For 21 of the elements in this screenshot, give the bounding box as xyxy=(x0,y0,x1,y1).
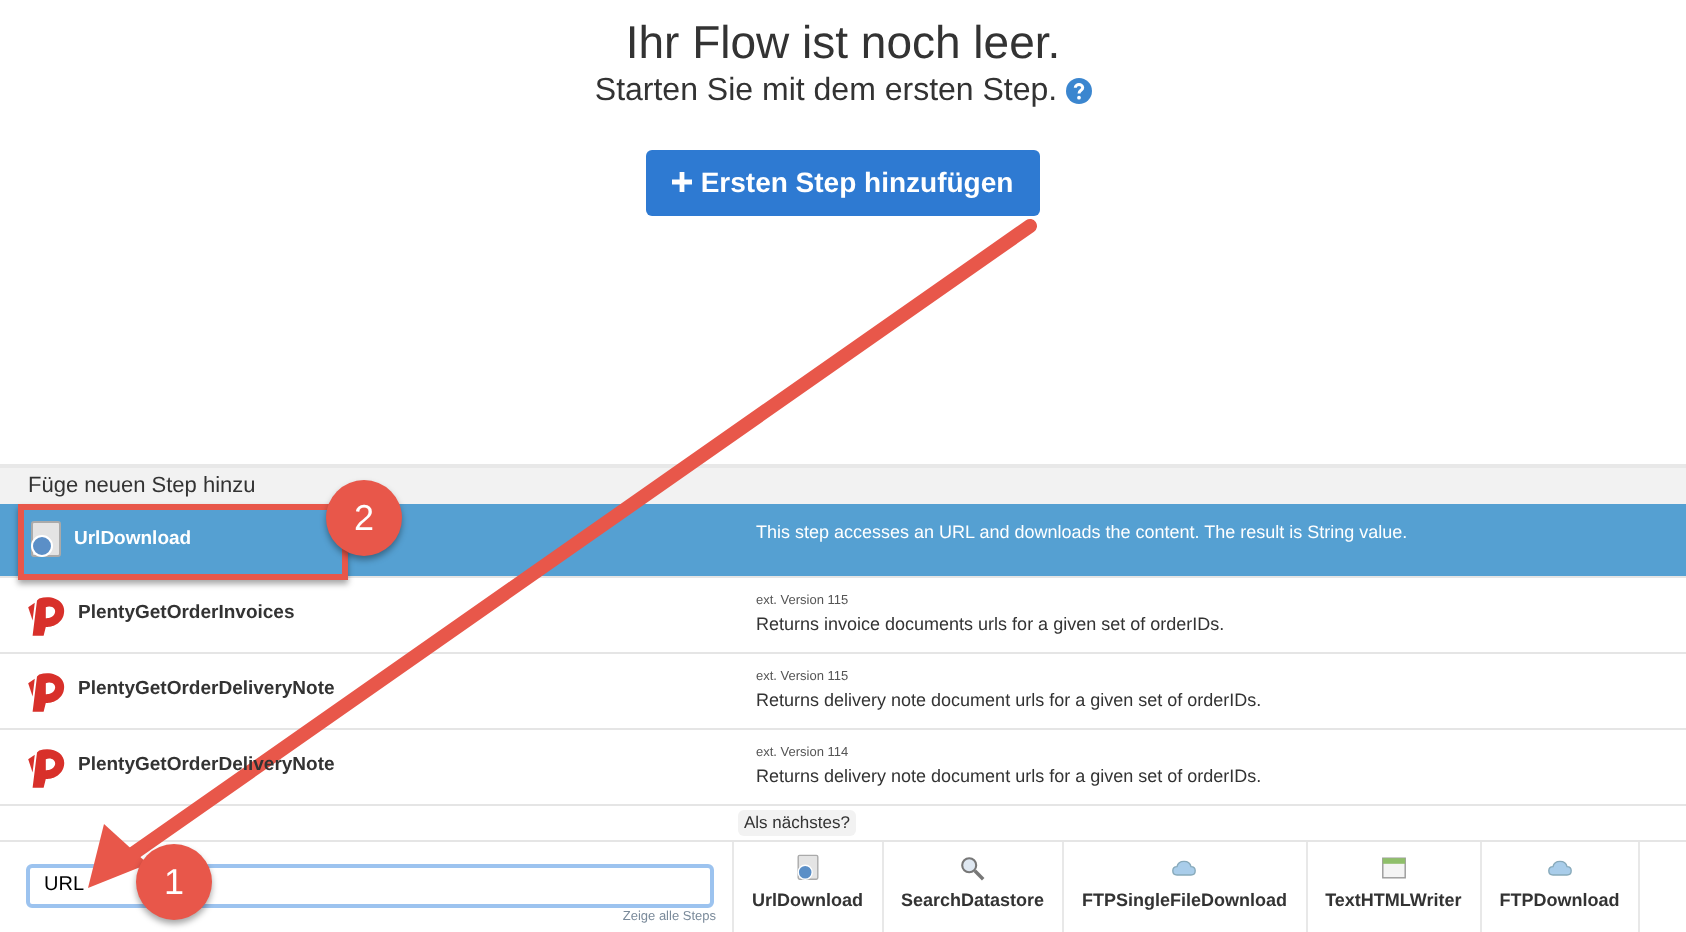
step-description: Returns invoice documents urls for a given set of orderIDs. xyxy=(756,611,1225,636)
step-name: PlentyGetOrderDeliveryNote xyxy=(78,676,335,705)
help-icon[interactable] xyxy=(1065,77,1092,104)
add-step-button[interactable]: Ersten Step hinzufügen xyxy=(646,149,1040,216)
step-description: Returns delivery note document urls for a given set of orderIDs. xyxy=(756,763,1262,788)
magnifier-icon xyxy=(958,854,987,882)
page-title: Ihr Flow ist noch leer. xyxy=(625,16,1061,72)
globe-document-icon xyxy=(26,520,66,560)
logo-icon xyxy=(26,669,70,713)
next-steps-label: Als nächstes? xyxy=(738,810,856,836)
logo-icon xyxy=(26,745,70,789)
step-name: PlentyGetOrderInvoices xyxy=(78,600,295,629)
step-name: UrlDownload xyxy=(74,525,192,554)
plus-icon xyxy=(672,172,693,193)
subtitle: Starten Sie mit dem ersten Step. xyxy=(594,71,1058,110)
globe-document-icon xyxy=(793,854,822,882)
logo-icon xyxy=(26,593,70,637)
step-description: This step accesses an URL and downloads the content. The result is String value. xyxy=(756,519,1408,545)
document-icon xyxy=(1379,854,1408,882)
step-description: Returns delivery note document urls for a given set of orderIDs. xyxy=(756,687,1262,712)
panel-header: Füge neuen Step hinzu xyxy=(0,464,1686,504)
